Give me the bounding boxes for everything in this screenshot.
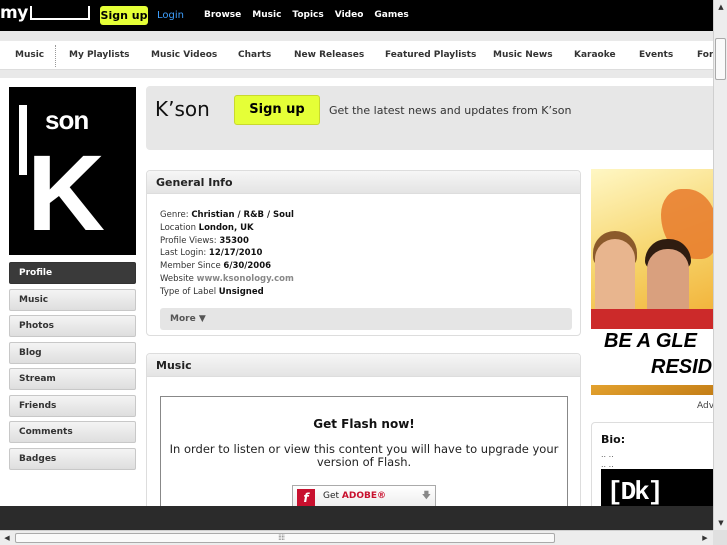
profile-sidebar: Profile Music Photos Blog Stream Friends… bbox=[9, 262, 136, 474]
scroll-right-icon[interactable]: ▶ bbox=[698, 531, 712, 545]
profile-picture[interactable]: son K bbox=[9, 87, 136, 255]
artist-name: K’son bbox=[155, 97, 210, 121]
website-link[interactable]: www.ksonology.com bbox=[197, 274, 294, 284]
sidebar-item-blog[interactable]: Blog bbox=[9, 341, 136, 364]
bio-text: .. .. bbox=[601, 450, 614, 459]
subnav-karaoke[interactable]: Karaoke bbox=[574, 50, 616, 60]
ad-shirt bbox=[591, 309, 713, 329]
info-genre-value[interactable]: Christian / R&B / Soul bbox=[191, 210, 294, 220]
subnav-charts[interactable]: Charts bbox=[238, 50, 271, 60]
sidebar-item-profile[interactable]: Profile bbox=[9, 262, 136, 284]
info-label-type-value: Unsigned bbox=[218, 286, 264, 297]
top-nav-topics[interactable]: Topics bbox=[292, 10, 323, 20]
top-bar: my Sign up Login Browse Music Topics Vid… bbox=[0, 0, 713, 31]
profile-signup-button[interactable]: Sign up bbox=[234, 95, 320, 125]
info-location: Location London, UK bbox=[160, 222, 254, 233]
info-last-login: Last Login: 12/17/2010 bbox=[160, 248, 263, 259]
general-info-list: Genre: Christian / R&B / Soul Location L… bbox=[160, 209, 294, 299]
subnav-for[interactable]: For bbox=[697, 50, 713, 60]
download-arrow-icon: 🡇 bbox=[421, 491, 431, 501]
bio-text: .. .. bbox=[601, 460, 614, 469]
top-nav-music[interactable]: Music bbox=[252, 10, 281, 20]
info-location-value: London, UK bbox=[198, 222, 254, 233]
scrollbar-corner bbox=[713, 530, 727, 545]
music-panel: Music Get Flash now! In order to listen … bbox=[146, 353, 581, 506]
scroll-up-icon[interactable]: ▲ bbox=[714, 0, 727, 14]
sidebar-item-music[interactable]: Music bbox=[9, 288, 136, 311]
top-nav-browse[interactable]: Browse bbox=[204, 10, 241, 20]
get-flash-label: Get ADOBE® bbox=[323, 491, 387, 501]
profile-tagline: Get the latest news and updates from K’s… bbox=[329, 104, 572, 117]
vertical-scrollbar[interactable]: ▲ ▼ bbox=[713, 0, 727, 530]
music-subnav: Music My Playlists Music Videos Charts N… bbox=[0, 41, 713, 70]
horizontal-scrollbar[interactable]: ◀ ⁞⁞⁞⁞ ▶ bbox=[0, 530, 713, 545]
subnav-music-news[interactable]: Music News bbox=[493, 50, 553, 60]
flash-message: In order to listen or view this content … bbox=[169, 442, 559, 469]
info-member-since-value: 6/30/2006 bbox=[223, 261, 272, 272]
top-nav-video[interactable]: Video bbox=[335, 10, 364, 20]
advertisement-banner[interactable]: BE A GLE RESID bbox=[591, 169, 713, 395]
sidebar-item-comments[interactable]: Comments bbox=[9, 421, 136, 443]
subnav-featured-playlists[interactable]: Featured Playlists bbox=[385, 50, 476, 60]
site-logo[interactable]: my bbox=[0, 3, 28, 23]
sidebar-item-stream[interactable]: Stream bbox=[9, 368, 136, 390]
info-last-login-value: 12/17/2010 bbox=[208, 248, 263, 259]
subnav-music-videos[interactable]: Music Videos bbox=[151, 50, 217, 60]
subnav-events[interactable]: Events bbox=[639, 50, 673, 60]
subnav-divider bbox=[55, 45, 56, 67]
bio-title: Bio: bbox=[601, 433, 626, 446]
info-views-value: 35300 bbox=[219, 235, 249, 246]
sidebar-item-photos[interactable]: Photos bbox=[9, 315, 136, 337]
profile-picture-bar bbox=[19, 105, 27, 175]
login-link[interactable]: Login bbox=[157, 10, 184, 21]
bio-panel: Bio: .. .. .. .. [Dk] bbox=[591, 422, 713, 506]
top-nav: Browse Music Topics Video Games bbox=[204, 10, 409, 20]
subnav-music[interactable]: Music bbox=[15, 50, 44, 60]
music-panel-title: Music bbox=[147, 354, 580, 377]
logo-frame bbox=[30, 6, 90, 20]
info-label-type: Type of Label Unsigned bbox=[160, 286, 264, 297]
top-nav-games[interactable]: Games bbox=[374, 10, 408, 20]
more-button[interactable]: More ▼ bbox=[160, 308, 572, 330]
vertical-scroll-thumb[interactable] bbox=[715, 38, 726, 80]
ad-subline: RESID bbox=[591, 355, 713, 385]
bio-image[interactable]: [Dk] bbox=[601, 469, 713, 506]
profile-content: son K Profile Music Photos Blog Stream F… bbox=[0, 78, 713, 506]
info-genre: Genre: Christian / R&B / Soul bbox=[160, 210, 294, 220]
scroll-grip-icon: ⁞⁞⁞⁞ bbox=[278, 533, 285, 542]
profile-picture-k: K bbox=[27, 132, 105, 253]
subnav-new-releases[interactable]: New Releases bbox=[294, 50, 364, 60]
flash-title: Get Flash now! bbox=[313, 417, 415, 431]
sidebar-item-friends[interactable]: Friends bbox=[9, 394, 136, 417]
top-signup-button[interactable]: Sign up bbox=[100, 6, 148, 25]
info-member-since: Member Since 6/30/2006 bbox=[160, 261, 272, 272]
sidebar-item-badges[interactable]: Badges bbox=[9, 447, 136, 470]
subnav-my-playlists[interactable]: My Playlists bbox=[69, 50, 130, 60]
bottom-toolbar[interactable] bbox=[0, 506, 713, 530]
scroll-down-icon[interactable]: ▼ bbox=[714, 516, 727, 530]
advertisement-label: Adv bbox=[697, 401, 713, 411]
horizontal-scroll-thumb[interactable]: ⁞⁞⁞⁞ bbox=[15, 533, 555, 543]
flash-player-placeholder: Get Flash now! In order to listen or vie… bbox=[160, 396, 568, 506]
get-flash-button[interactable]: f Get ADOBE® 🡇 bbox=[292, 485, 436, 506]
profile-header: K’son Sign up Get the latest news and up… bbox=[146, 86, 713, 150]
ad-headline: BE A GLE bbox=[591, 329, 713, 357]
general-info-title: General Info bbox=[147, 171, 580, 194]
info-website: Website www.ksonology.com bbox=[160, 273, 294, 284]
general-info-panel: General Info Genre: Christian / R&B / So… bbox=[146, 170, 581, 336]
flash-player-icon: f bbox=[297, 489, 315, 506]
scroll-left-icon[interactable]: ◀ bbox=[0, 531, 14, 545]
info-profile-views: Profile Views: 35300 bbox=[160, 235, 249, 246]
